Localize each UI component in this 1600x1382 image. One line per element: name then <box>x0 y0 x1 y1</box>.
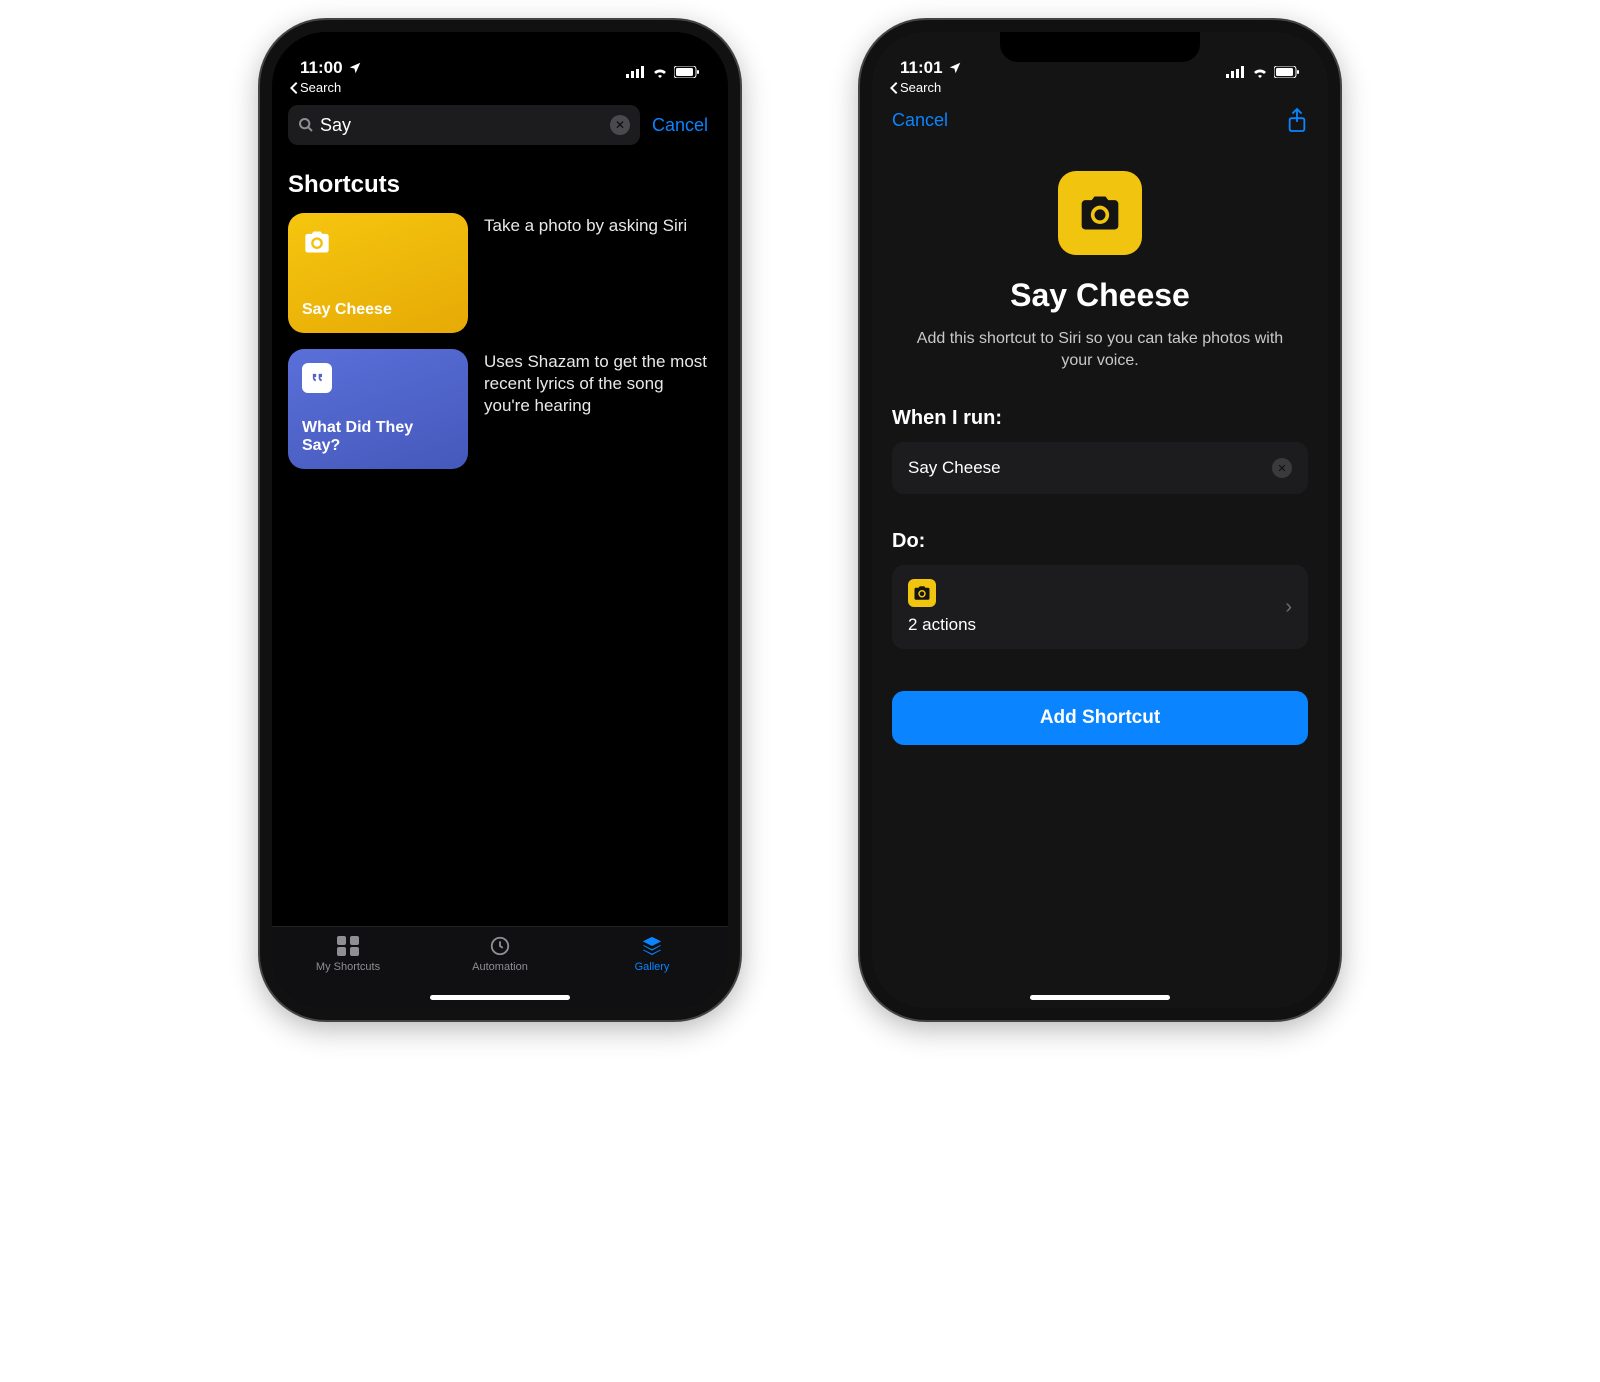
notch <box>1000 32 1200 62</box>
tab-gallery[interactable]: Gallery <box>592 935 712 973</box>
shortcut-subtitle: Add this shortcut to Siri so you can tak… <box>892 328 1308 371</box>
shortcut-tile-what-did-they-say[interactable]: What Did They Say? <box>288 349 468 469</box>
tab-automation[interactable]: Automation <box>440 935 560 973</box>
battery-icon <box>674 66 700 78</box>
cancel-button[interactable]: Cancel <box>892 110 948 131</box>
search-value: Say <box>320 115 610 136</box>
back-to-search[interactable]: Search <box>272 80 728 97</box>
section-title: Shortcuts <box>288 171 712 199</box>
shortcut-tile-say-cheese[interactable]: Say Cheese <box>288 213 468 333</box>
tile-label: What Did They Say? <box>302 419 454 455</box>
status-time: 11:00 <box>300 58 343 78</box>
tab-label: Automation <box>472 961 528 973</box>
layers-icon <box>640 935 664 957</box>
shortcut-title: Say Cheese <box>1010 277 1190 314</box>
camera-icon <box>1078 191 1122 235</box>
actions-count: 2 actions <box>908 615 976 635</box>
when-i-run-label: When I run: <box>892 407 1002 430</box>
result-desc: Take a photo by asking Siri <box>484 213 712 333</box>
clear-field-icon[interactable]: ✕ <box>1272 458 1292 478</box>
back-to-search[interactable]: Search <box>872 80 1328 97</box>
actions-box[interactable]: 2 actions › <box>892 565 1308 649</box>
chevron-right-icon: › <box>1285 596 1292 619</box>
trigger-phrase-value: Say Cheese <box>908 458 1001 478</box>
location-icon <box>348 61 362 75</box>
home-indicator[interactable] <box>430 995 570 1000</box>
clock-icon <box>488 935 512 957</box>
grid-icon <box>336 935 360 957</box>
result-desc: Uses Shazam to get the most recent lyric… <box>484 349 712 469</box>
chevron-left-icon <box>290 82 298 94</box>
quote-icon <box>302 363 332 393</box>
tile-label: Say Cheese <box>302 301 454 319</box>
battery-icon <box>1274 66 1300 78</box>
add-shortcut-button[interactable]: Add Shortcut <box>892 691 1308 745</box>
home-indicator[interactable] <box>1030 995 1170 1000</box>
tab-label: My Shortcuts <box>316 961 380 973</box>
cellular-icon <box>626 66 646 78</box>
search-input[interactable]: Say ✕ <box>288 105 640 145</box>
share-icon[interactable] <box>1286 107 1308 133</box>
tab-label: Gallery <box>635 961 670 973</box>
clear-search-icon[interactable]: ✕ <box>610 115 630 135</box>
camera-icon <box>302 227 332 257</box>
shortcut-detail-icon <box>1058 171 1142 255</box>
result-row[interactable]: What Did They Say? Uses Shazam to get th… <box>288 349 712 469</box>
trigger-phrase-field[interactable]: Say Cheese ✕ <box>892 442 1308 494</box>
phone-left: 11:00 Search Say ✕ C <box>260 20 740 1020</box>
do-label: Do: <box>892 530 925 553</box>
search-icon <box>298 117 314 133</box>
back-label: Search <box>300 80 341 95</box>
cancel-search-button[interactable]: Cancel <box>652 115 712 136</box>
result-row[interactable]: Say Cheese Take a photo by asking Siri <box>288 213 712 333</box>
chevron-left-icon <box>890 82 898 94</box>
location-icon <box>948 61 962 75</box>
status-time: 11:01 <box>900 58 943 78</box>
camera-icon <box>908 579 936 607</box>
tab-my-shortcuts[interactable]: My Shortcuts <box>288 935 408 973</box>
notch <box>400 32 600 62</box>
phone-right: 11:01 Search Cancel Say Cheese Ad <box>860 20 1340 1020</box>
back-label: Search <box>900 80 941 95</box>
wifi-icon <box>651 66 669 78</box>
wifi-icon <box>1251 66 1269 78</box>
cellular-icon <box>1226 66 1246 78</box>
